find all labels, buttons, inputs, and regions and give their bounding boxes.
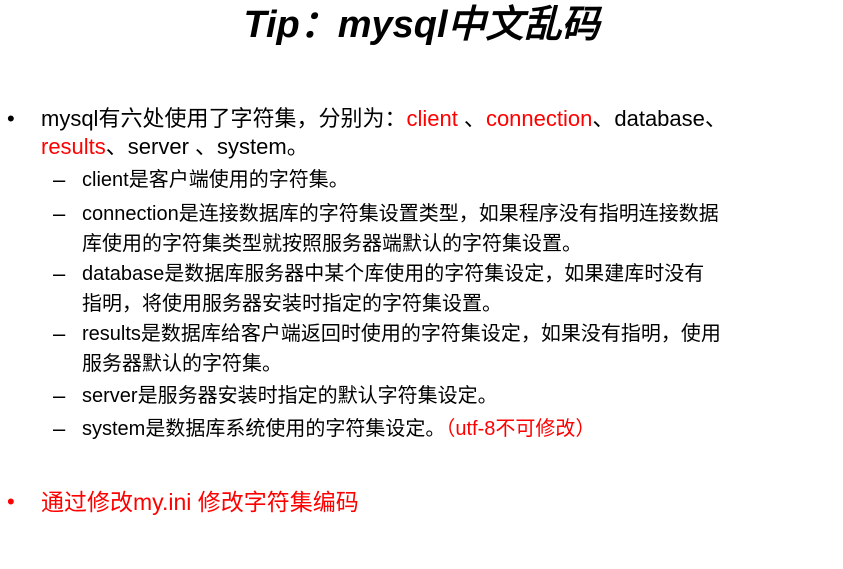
footer-text: 通过修改my.ini 修改字符集编码 — [41, 489, 359, 515]
list-item-text: 指明，将使用服务器安装时指定的字符集设置。 — [82, 293, 502, 315]
list-item-main: system是数据库系统使用的字符集设定。 — [82, 418, 446, 440]
list-item-text: 库使用的字符集类型就按照服务器端默认的字符集设置。 — [82, 233, 582, 255]
dash-icon: – — [53, 201, 66, 226]
list-item-text: results是数据库给客户端返回时使用的字符集设定，如果没有指明，使用 — [82, 323, 721, 345]
dash-icon: – — [53, 383, 66, 408]
slide: Tip：mysql中文乱码 • mysql有六处使用了字符集，分别为：clien… — [0, 0, 843, 569]
list-item: results是数据库给客户端返回时使用的字符集设定，如果没有指明，使用 服务器… — [82, 319, 721, 379]
intro-line-1: mysql有六处使用了字符集，分别为：client 、connection、da… — [41, 105, 727, 133]
dash-icon: – — [53, 261, 66, 286]
list-item: connection是连接数据库的字符集设置类型，如果程序没有指明连接数据 库使… — [82, 199, 719, 259]
dash-icon: – — [53, 416, 66, 441]
utf8-note: （utf-8不可修改） — [445, 418, 596, 440]
slide-title: Tip：mysql中文乱码 — [243, 4, 600, 46]
list-item-text: connection是连接数据库的字符集设置类型，如果程序没有指明连接数据 — [82, 203, 719, 225]
dash-icon: – — [53, 167, 66, 192]
bullet-icon: • — [7, 489, 15, 514]
intro-client: client — [406, 106, 458, 131]
intro-sep1: 、 — [457, 106, 486, 131]
dash-icon: – — [53, 321, 66, 346]
list-item: system是数据库系统使用的字符集设定。（utf-8不可修改） — [82, 414, 595, 444]
list-item-text: client是客户端使用的字符集。 — [82, 169, 349, 191]
intro-sep2: 、database、 — [592, 106, 727, 131]
bullet-icon: • — [7, 106, 15, 131]
list-item: database是数据库服务器中某个库使用的字符集设定，如果建库时没有 指明，将… — [82, 259, 704, 319]
intro-line-2: results、server 、system。 — [41, 133, 309, 161]
list-item-text: 服务器默认的字符集。 — [82, 353, 282, 375]
intro-connection: connection — [485, 106, 593, 131]
list-item-text: server是服务器安装时指定的默认字符集设定。 — [82, 385, 498, 407]
intro-suffix: 、server 、system。 — [105, 134, 309, 159]
list-item-text: database是数据库服务器中某个库使用的字符集设定，如果建库时没有 — [82, 263, 705, 285]
intro-results: results — [41, 134, 106, 159]
list-item: server是服务器安装时指定的默认字符集设定。 — [82, 381, 498, 411]
list-item-text: system是数据库系统使用的字符集设定。（utf-8不可修改） — [82, 414, 595, 444]
intro-prefix: mysql有六处使用了字符集，分别为： — [41, 106, 407, 131]
list-item: client是客户端使用的字符集。 — [82, 165, 349, 195]
